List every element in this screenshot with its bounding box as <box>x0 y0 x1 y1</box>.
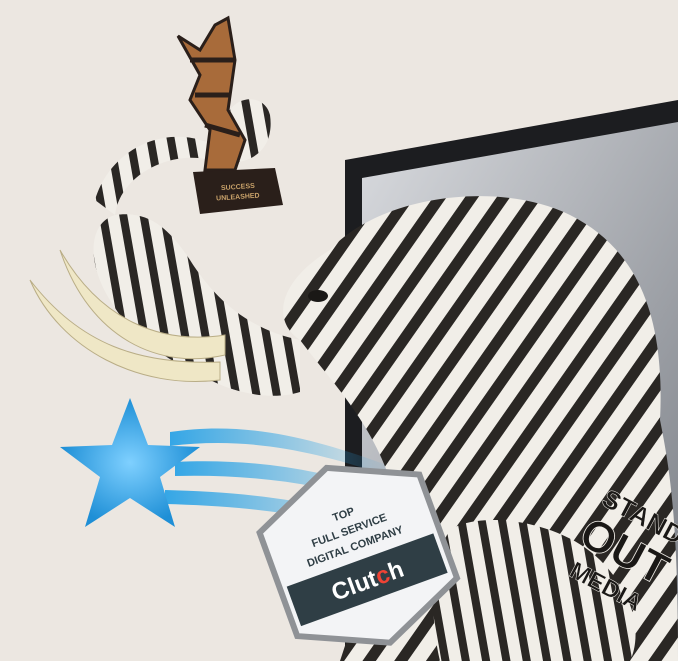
hero-illustration: SUCCESS UNLEASHED STAND OUT MEDIA TOP FU… <box>0 0 678 661</box>
star-icon <box>60 398 200 527</box>
illustration-canvas: SUCCESS UNLEASHED STAND OUT MEDIA TOP FU… <box>29 15 678 661</box>
eye <box>308 290 328 302</box>
